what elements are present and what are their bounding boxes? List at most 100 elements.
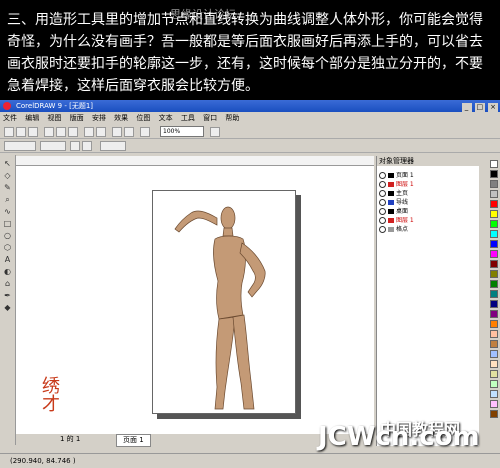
redo-icon[interactable]	[96, 127, 106, 137]
visibility-eye-icon[interactable]	[379, 208, 386, 215]
palette-swatch[interactable]	[490, 260, 498, 268]
app-logo-icon	[3, 102, 11, 110]
landscape-icon[interactable]	[82, 141, 92, 151]
palette-swatch[interactable]	[490, 210, 498, 218]
palette-swatch[interactable]	[490, 390, 498, 398]
menu-effects[interactable]: 效果	[111, 113, 131, 124]
layer-row[interactable]: 格点	[379, 226, 478, 234]
palette-swatch[interactable]	[490, 170, 498, 178]
export-icon[interactable]	[124, 127, 134, 137]
docker-tabs[interactable]	[479, 156, 487, 446]
caption-line-1: 三、用造形工具里的增加节点和直线转换为曲线调整人体外形，你可能会觉得	[7, 12, 483, 28]
palette-swatch[interactable]	[490, 220, 498, 228]
visibility-eye-icon[interactable]	[379, 217, 386, 224]
knife-tool-icon[interactable]: ✎	[3, 183, 12, 192]
palette-swatch[interactable]	[490, 190, 498, 198]
palette-swatch[interactable]	[490, 200, 498, 208]
page-tab[interactable]: 页面 1	[116, 434, 151, 447]
palette-swatch[interactable]	[490, 310, 498, 318]
paste-icon[interactable]	[68, 127, 78, 137]
title-bar: CorelDRAW 9 - [无题1] _ □ ×	[0, 100, 500, 112]
layer-row[interactable]: 图层 1	[379, 181, 478, 189]
palette-swatch[interactable]	[490, 400, 498, 408]
layer-row[interactable]: 主页	[379, 190, 478, 198]
zoom-level-select[interactable]: 100%	[160, 126, 204, 137]
interactive-fill-icon[interactable]: ◐	[3, 267, 12, 276]
palette-swatch[interactable]	[490, 290, 498, 298]
outline-tool-icon[interactable]: ✒	[3, 291, 12, 300]
layer-name: 导线	[396, 199, 409, 206]
zoom-icon[interactable]	[140, 127, 150, 137]
menu-edit[interactable]: 编辑	[22, 113, 42, 124]
visibility-eye-icon[interactable]	[379, 226, 386, 233]
drawing-page[interactable]	[152, 190, 296, 414]
layer-row[interactable]: 桌面	[379, 208, 478, 216]
units-select[interactable]	[100, 141, 126, 151]
layer-row[interactable]: 导线	[379, 199, 478, 207]
menu-view[interactable]: 视图	[44, 113, 64, 124]
palette-swatch[interactable]	[490, 350, 498, 358]
ellipse-tool-icon[interactable]: ○	[3, 231, 12, 240]
portrait-icon[interactable]	[70, 141, 80, 151]
minimize-button[interactable]: _	[461, 103, 472, 112]
palette-swatch[interactable]	[490, 360, 498, 368]
import-icon[interactable]	[112, 127, 122, 137]
mannequin-figure[interactable]	[153, 191, 295, 413]
close-button[interactable]: ×	[488, 103, 498, 112]
text-tool-icon[interactable]: A	[3, 255, 12, 264]
window-title: CorelDRAW 9 - [无题1]	[16, 102, 94, 110]
help-icon[interactable]	[210, 127, 220, 137]
palette-swatch[interactable]	[490, 300, 498, 308]
new-file-icon[interactable]	[4, 127, 14, 137]
status-bar: (290.940, 84.746 )	[0, 453, 500, 468]
visibility-eye-icon[interactable]	[379, 172, 386, 179]
open-file-icon[interactable]	[16, 127, 26, 137]
caption-line-3: 画衣服时还要扣手的轮廓这一步，还有，这时候每个部分是独立分开的，不要	[7, 56, 483, 72]
palette-swatch[interactable]	[490, 230, 498, 238]
layer-row[interactable]: 页面 1	[379, 172, 478, 180]
save-icon[interactable]	[28, 127, 38, 137]
pick-tool-icon[interactable]: ↖	[3, 159, 12, 168]
menu-arrange[interactable]: 安排	[89, 113, 109, 124]
freehand-tool-icon[interactable]: ∿	[3, 207, 12, 216]
layer-row[interactable]: 图层 1	[379, 217, 478, 225]
layer-name: 图层 1	[396, 181, 414, 188]
palette-swatch[interactable]	[490, 280, 498, 288]
palette-swatch[interactable]	[490, 410, 498, 418]
palette-swatch[interactable]	[490, 340, 498, 348]
menu-help[interactable]: 帮助	[222, 113, 242, 124]
palette-swatch[interactable]	[490, 180, 498, 188]
visibility-eye-icon[interactable]	[379, 181, 386, 188]
palette-swatch[interactable]	[490, 330, 498, 338]
maximize-button[interactable]: □	[474, 103, 485, 112]
menu-layout[interactable]: 版面	[67, 113, 87, 124]
paper-width-field[interactable]	[40, 141, 66, 151]
visibility-eye-icon[interactable]	[379, 199, 386, 206]
layer-color-swatch	[388, 218, 394, 223]
menu-bar: 文件 编辑 视图 版面 安排 效果 位图 文本 工具 窗口 帮助	[0, 113, 500, 124]
copy-icon[interactable]	[56, 127, 66, 137]
palette-swatch[interactable]	[490, 250, 498, 258]
shape-tool-icon[interactable]: ◇	[3, 171, 12, 180]
cut-icon[interactable]	[44, 127, 54, 137]
paper-size-select[interactable]	[4, 141, 36, 151]
eyedropper-tool-icon[interactable]: ⌂	[3, 279, 12, 288]
palette-swatch[interactable]	[490, 160, 498, 168]
rectangle-tool-icon[interactable]: □	[3, 219, 12, 228]
palette-swatch[interactable]	[490, 380, 498, 388]
palette-swatch[interactable]	[490, 370, 498, 378]
menu-bitmaps[interactable]: 位图	[133, 113, 153, 124]
menu-file[interactable]: 文件	[0, 113, 20, 124]
menu-tools[interactable]: 工具	[178, 113, 198, 124]
zoom-tool-icon[interactable]: ⌕	[3, 195, 12, 204]
menu-text[interactable]: 文本	[156, 113, 176, 124]
palette-swatch[interactable]	[490, 240, 498, 248]
layer-color-swatch	[388, 227, 394, 232]
palette-swatch[interactable]	[490, 270, 498, 278]
undo-icon[interactable]	[84, 127, 94, 137]
polygon-tool-icon[interactable]: ⬡	[3, 243, 12, 252]
fill-tool-icon[interactable]: ◆	[3, 303, 12, 312]
palette-swatch[interactable]	[490, 320, 498, 328]
menu-window[interactable]: 窗口	[200, 113, 220, 124]
visibility-eye-icon[interactable]	[379, 190, 386, 197]
